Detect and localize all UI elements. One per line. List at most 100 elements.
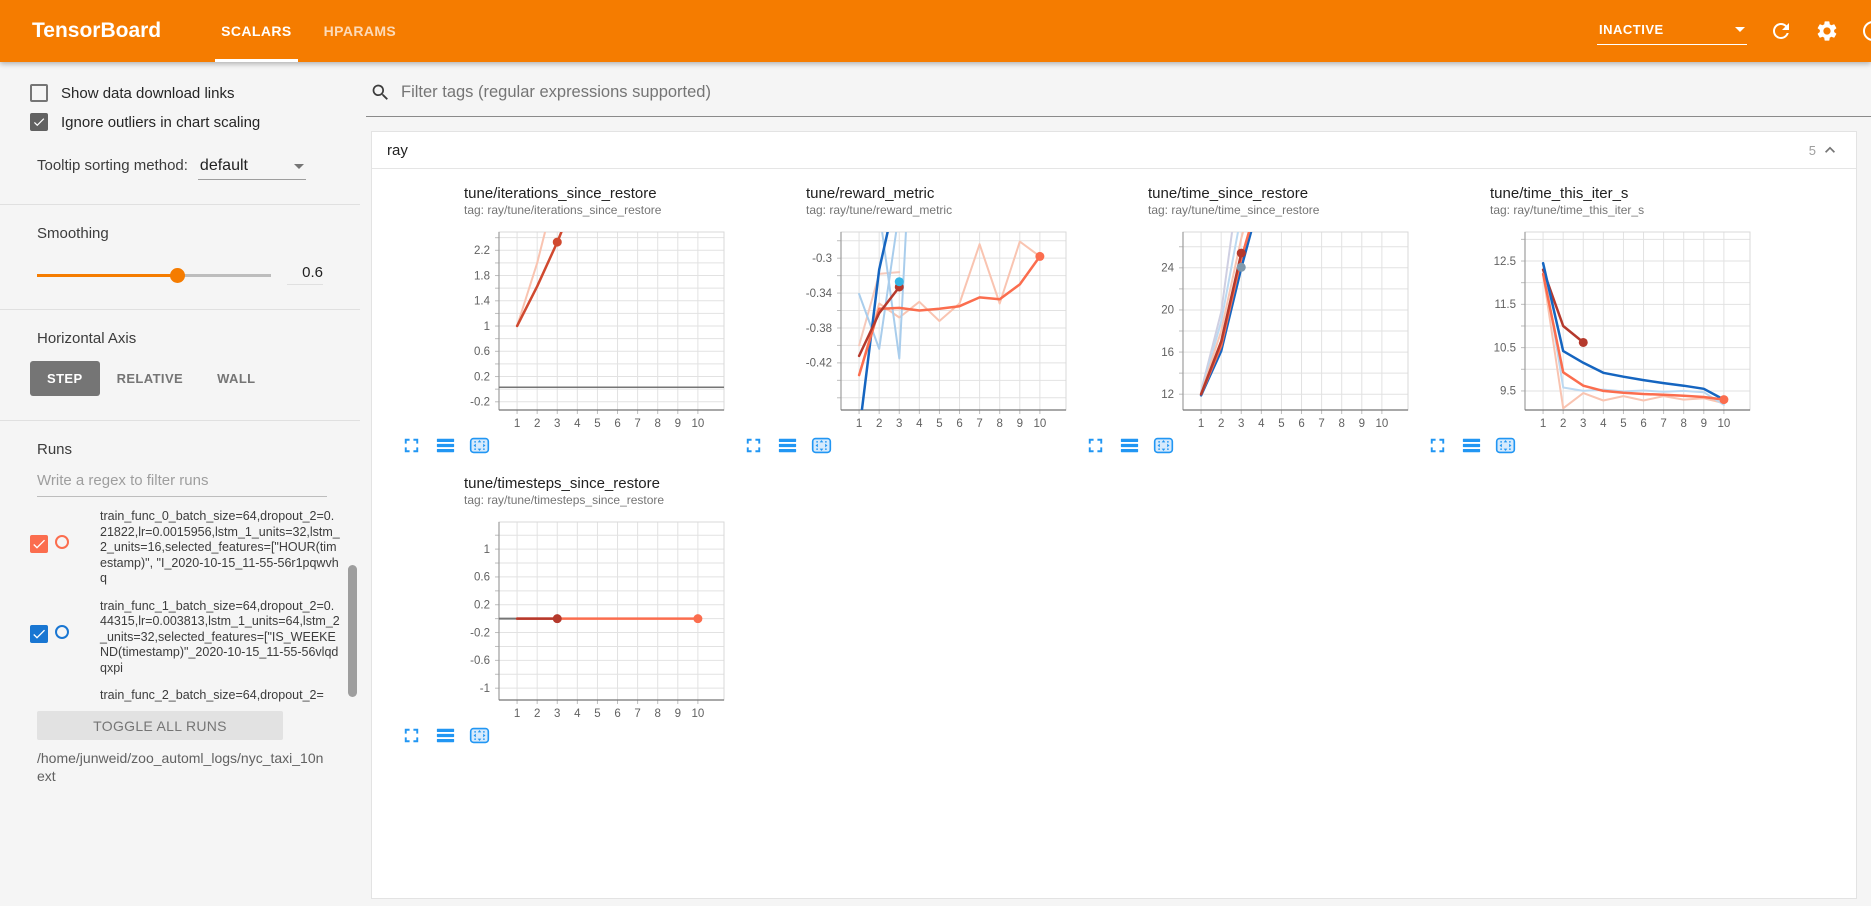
svg-text:-0.6: -0.6 bbox=[470, 655, 490, 667]
svg-text:11.5: 11.5 bbox=[1494, 299, 1516, 311]
svg-text:-1: -1 bbox=[480, 683, 490, 695]
checkmark-icon bbox=[32, 114, 46, 130]
chart-plot[interactable]: 123456789109.510.511.512.5 bbox=[1416, 224, 1754, 434]
slider-fill bbox=[37, 274, 177, 277]
svg-text:7: 7 bbox=[1660, 418, 1666, 430]
run-name: train_func_0_batch_size=64,dropout_2=0.2… bbox=[100, 509, 340, 587]
chart-card: tune/reward_metric tag: ray/tune/reward_… bbox=[732, 177, 1074, 457]
smoothing-slider[interactable] bbox=[37, 267, 271, 283]
svg-text:1: 1 bbox=[1540, 418, 1546, 430]
toggle-all-runs-button[interactable]: TOGGLE ALL RUNS bbox=[37, 711, 283, 740]
divider bbox=[0, 309, 360, 310]
expand-chart-icon[interactable] bbox=[1084, 434, 1107, 457]
svg-text:7: 7 bbox=[976, 418, 982, 430]
svg-text:0.6: 0.6 bbox=[474, 346, 490, 358]
chart-actions bbox=[742, 434, 1074, 457]
svg-text:10.5: 10.5 bbox=[1494, 342, 1516, 354]
fit-domain-icon[interactable] bbox=[810, 434, 833, 457]
option-row[interactable]: Show data download links bbox=[30, 84, 360, 102]
tag-filter-input[interactable] bbox=[401, 83, 1871, 102]
fit-domain-icon[interactable] bbox=[468, 434, 491, 457]
svg-text:20: 20 bbox=[1161, 305, 1174, 317]
log-path: /home/junweid/zoo_automl_logs/nyc_taxi_1… bbox=[37, 749, 327, 785]
expand-chart-icon[interactable] bbox=[1426, 434, 1449, 457]
svg-text:0.2: 0.2 bbox=[474, 600, 490, 612]
chart-plot[interactable]: 12345678910-1-0.6-0.20.20.61 bbox=[390, 514, 728, 724]
data-series-icon[interactable] bbox=[776, 434, 799, 457]
tag-group-header[interactable]: ray 5 bbox=[372, 132, 1856, 169]
svg-text:2: 2 bbox=[1560, 418, 1566, 430]
svg-text:10: 10 bbox=[691, 418, 704, 430]
axis-button-step[interactable]: STEP bbox=[30, 361, 100, 396]
help-icon[interactable] bbox=[1861, 19, 1871, 43]
svg-text:6: 6 bbox=[956, 418, 962, 430]
run-solo-radio[interactable] bbox=[55, 535, 69, 549]
svg-text:10: 10 bbox=[1375, 418, 1388, 430]
expand-chart-icon[interactable] bbox=[400, 724, 423, 747]
svg-text:10: 10 bbox=[1717, 418, 1730, 430]
nav-tab-label: SCALARS bbox=[221, 23, 291, 39]
fit-domain-icon[interactable] bbox=[1152, 434, 1175, 457]
charts-grid: tune/iterations_since_restore tag: ray/t… bbox=[372, 169, 1856, 757]
tag-filter-row bbox=[366, 78, 1871, 117]
svg-text:-0.38: -0.38 bbox=[806, 323, 832, 335]
svg-text:2: 2 bbox=[876, 418, 882, 430]
chart-plot[interactable]: 12345678910-0.42-0.38-0.34-0.3 bbox=[732, 224, 1070, 434]
slider-thumb[interactable] bbox=[170, 268, 185, 283]
status-dropdown[interactable]: INACTIVE bbox=[1597, 18, 1747, 45]
svg-text:-0.34: -0.34 bbox=[806, 288, 833, 300]
run-item[interactable]: train_func_1_batch_size=64,dropout_2=0.4… bbox=[30, 599, 360, 677]
data-series-icon[interactable] bbox=[1460, 434, 1483, 457]
smoothing-value[interactable]: 0.6 bbox=[287, 264, 323, 285]
runs-filter-input[interactable] bbox=[37, 468, 327, 497]
chart-tag: tag: ray/tune/iterations_since_restore bbox=[464, 203, 732, 217]
expand-chart-icon[interactable] bbox=[400, 434, 423, 457]
chart-title: tune/reward_metric bbox=[806, 185, 1074, 202]
run-controls bbox=[30, 509, 100, 587]
data-series-icon[interactable] bbox=[1118, 434, 1141, 457]
chart-tag: tag: ray/tune/timesteps_since_restore bbox=[464, 493, 732, 507]
svg-text:9: 9 bbox=[1017, 418, 1023, 430]
run-item[interactable]: train_func_2_batch_size=64,dropout_2= bbox=[30, 688, 360, 709]
checkbox[interactable] bbox=[30, 113, 48, 131]
svg-text:4: 4 bbox=[916, 418, 923, 430]
option-row[interactable]: Ignore outliers in chart scaling bbox=[30, 113, 360, 131]
run-checkbox[interactable] bbox=[30, 535, 48, 553]
run-item[interactable]: train_func_0_batch_size=64,dropout_2=0.2… bbox=[30, 509, 360, 587]
svg-text:6: 6 bbox=[1298, 418, 1304, 430]
run-name: train_func_1_batch_size=64,dropout_2=0.4… bbox=[100, 599, 340, 677]
svg-text:3: 3 bbox=[896, 418, 902, 430]
svg-text:1: 1 bbox=[514, 418, 520, 430]
svg-text:4: 4 bbox=[1600, 418, 1607, 430]
chevron-up-icon[interactable] bbox=[1820, 140, 1840, 160]
expand-chart-icon[interactable] bbox=[742, 434, 765, 457]
chart-title: tune/time_since_restore bbox=[1148, 185, 1416, 202]
tab-hparams[interactable]: HPARAMS bbox=[308, 0, 413, 62]
run-list: train_func_0_batch_size=64,dropout_2=0.2… bbox=[0, 509, 360, 709]
svg-text:4: 4 bbox=[1258, 418, 1265, 430]
sidebar-scrollbar[interactable] bbox=[348, 565, 357, 697]
svg-text:1: 1 bbox=[484, 321, 490, 333]
axis-button-relative[interactable]: RELATIVE bbox=[100, 361, 201, 396]
svg-text:1: 1 bbox=[856, 418, 862, 430]
tooltip-sorting-dropdown[interactable]: default bbox=[198, 157, 306, 180]
data-series-icon[interactable] bbox=[434, 434, 457, 457]
fit-domain-icon[interactable] bbox=[1494, 434, 1517, 457]
chart-card: tune/time_since_restore tag: ray/tune/ti… bbox=[1074, 177, 1416, 457]
refresh-icon[interactable] bbox=[1769, 19, 1793, 43]
svg-text:7: 7 bbox=[634, 708, 640, 720]
chart-plot[interactable]: 12345678910-0.20.20.611.41.82.2 bbox=[390, 224, 728, 434]
run-solo-radio[interactable] bbox=[55, 625, 69, 639]
fit-domain-icon[interactable] bbox=[468, 724, 491, 747]
run-checkbox[interactable] bbox=[30, 625, 48, 643]
axis-button-wall[interactable]: WALL bbox=[200, 361, 272, 396]
svg-text:2: 2 bbox=[534, 418, 540, 430]
data-series-icon[interactable] bbox=[434, 724, 457, 747]
tab-scalars[interactable]: SCALARS bbox=[205, 0, 307, 62]
checkbox[interactable] bbox=[30, 84, 48, 102]
option-label: Ignore outliers in chart scaling bbox=[61, 114, 260, 131]
gear-icon[interactable] bbox=[1815, 19, 1839, 43]
divider bbox=[0, 204, 360, 205]
chart-plot[interactable]: 1234567891012162024 bbox=[1074, 224, 1412, 434]
main-panel: ray 5 tune/iterations_since_restore tag:… bbox=[360, 62, 1871, 906]
